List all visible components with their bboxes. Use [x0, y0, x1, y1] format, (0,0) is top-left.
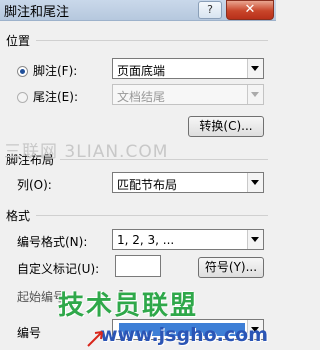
endnote-radio[interactable] [17, 92, 28, 103]
number-format-value: 1, 2, 3, ... [117, 233, 175, 247]
help-button[interactable]: ? [198, 1, 222, 19]
footnote-label: 脚注(F): [33, 64, 78, 78]
red-arrow-icon [87, 331, 103, 347]
dialog-title: 脚注和尾注 [4, 5, 70, 20]
number-format-select[interactable]: 1, 2, 3, ... [112, 229, 264, 250]
format-divider [36, 215, 268, 216]
title-bar: 脚注和尾注 ? ✕ [0, 0, 276, 21]
footnote-location-select[interactable]: 页面底端 [112, 58, 264, 79]
watermark-3lian: 三联网 3LIAN.COM [4, 142, 169, 162]
symbol-button[interactable]: 符号(Y)... [198, 257, 264, 278]
columns-label: 列(O): [17, 178, 52, 192]
position-divider [36, 40, 268, 41]
chevron-down-icon [247, 59, 263, 78]
position-heading: 位置 [6, 34, 31, 48]
custom-mark-input[interactable] [115, 255, 161, 277]
custom-mark-label: 自定义标记(U): [17, 262, 100, 276]
chevron-down-icon [247, 230, 263, 249]
endnote-location-select[interactable]: 文档结尾 [112, 84, 264, 105]
numbering-label: 编号 [17, 326, 42, 340]
endnote-label: 尾注(E): [33, 90, 78, 104]
footnote-radio[interactable] [17, 66, 28, 77]
endnote-location-value: 文档结尾 [117, 90, 166, 104]
convert-button[interactable]: 转换(C)... [188, 116, 264, 137]
number-format-label: 编号格式(N): [17, 235, 88, 249]
columns-value: 匹配节布局 [117, 178, 178, 192]
columns-select[interactable]: 匹配节布局 [112, 172, 264, 193]
footnote-location-value: 页面底端 [117, 64, 166, 78]
chevron-down-icon [247, 85, 263, 104]
chevron-down-icon [247, 173, 263, 192]
close-button[interactable]: ✕ [226, 0, 274, 20]
format-heading: 格式 [6, 209, 31, 223]
watermark-jsgho-cn: 技术员联盟 [58, 291, 199, 321]
watermark-jsgho-url: www.jsgho.com [100, 324, 268, 346]
